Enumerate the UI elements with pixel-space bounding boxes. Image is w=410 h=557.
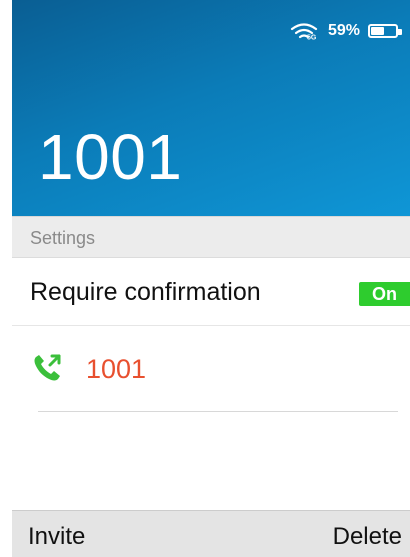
header-panel: 5G 59% 1001: [12, 0, 410, 216]
settings-section-header: Settings: [12, 216, 410, 258]
page-title: 1001: [38, 121, 183, 193]
status-bar: 5G 59%: [290, 22, 402, 41]
phone-screen: 5G 59% 1001 Settings Require confirmatio…: [0, 0, 410, 557]
require-confirmation-label: Require confirmation: [30, 278, 261, 306]
wifi-icon: 5G: [290, 23, 318, 41]
contact-number: 1001: [86, 354, 147, 384]
network-label: 5G: [307, 35, 317, 41]
delete-button[interactable]: Delete: [333, 523, 402, 551]
battery-tip: [398, 29, 402, 35]
row-divider: [38, 411, 398, 412]
number-list-item[interactable]: 1001: [12, 326, 410, 412]
require-confirmation-row[interactable]: Require confirmation On: [12, 258, 410, 326]
confirmation-toggle[interactable]: On: [359, 282, 410, 306]
app-screen: 5G 59% 1001 Settings Require confirmatio…: [12, 0, 410, 557]
softkey-bar: Invite Delete: [12, 510, 410, 557]
battery-icon: [368, 24, 402, 38]
invite-button[interactable]: Invite: [28, 523, 85, 551]
outgoing-call-icon: [34, 354, 61, 381]
battery-percent: 59%: [327, 22, 360, 39]
section-label: Settings: [30, 228, 96, 248]
battery-fill: [371, 27, 384, 35]
